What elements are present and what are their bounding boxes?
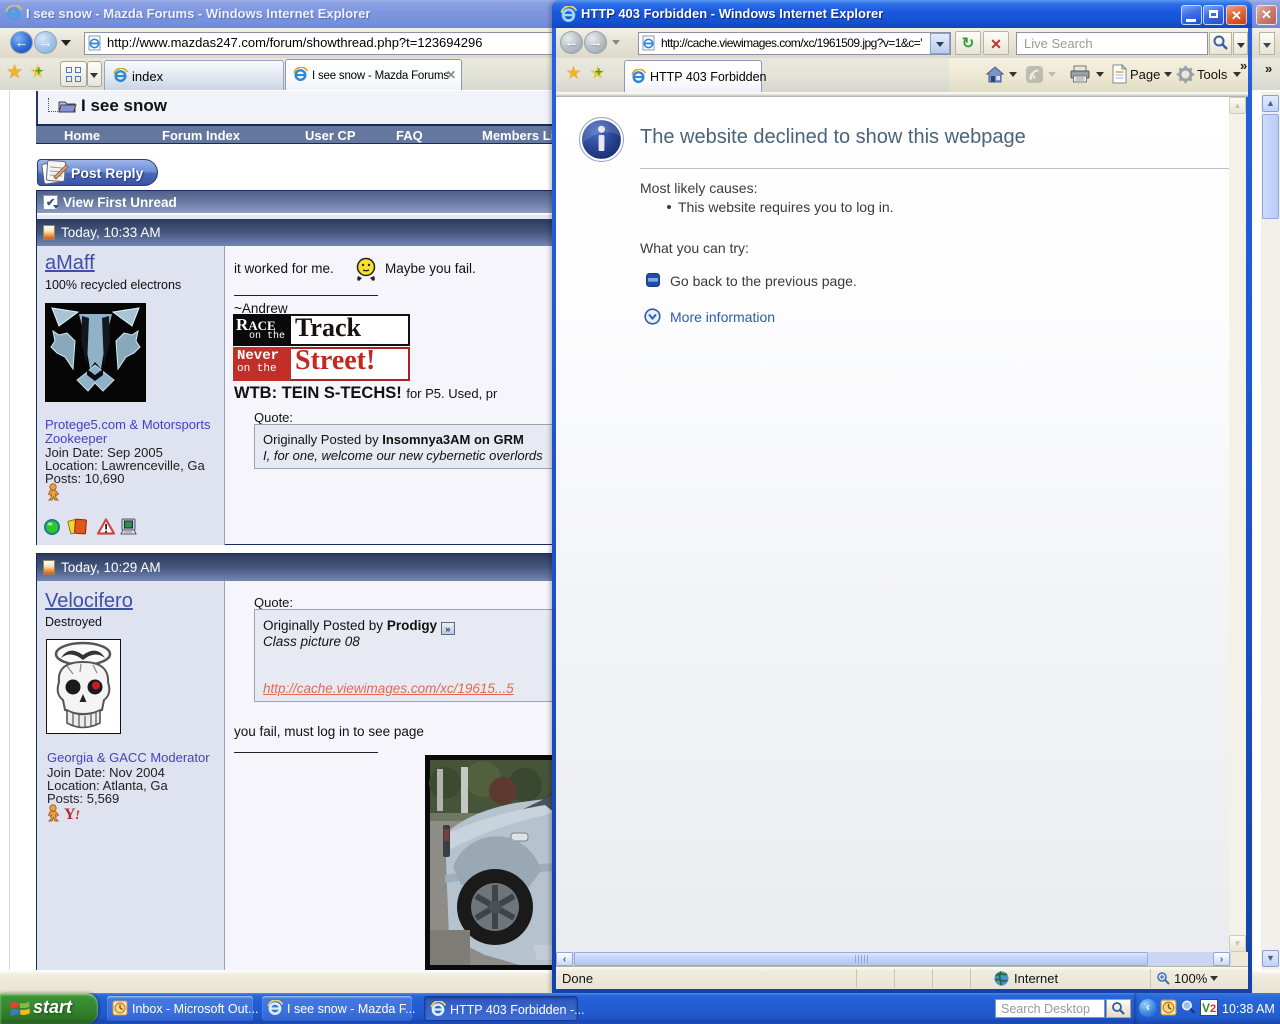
- svg-text:!: !: [75, 807, 80, 822]
